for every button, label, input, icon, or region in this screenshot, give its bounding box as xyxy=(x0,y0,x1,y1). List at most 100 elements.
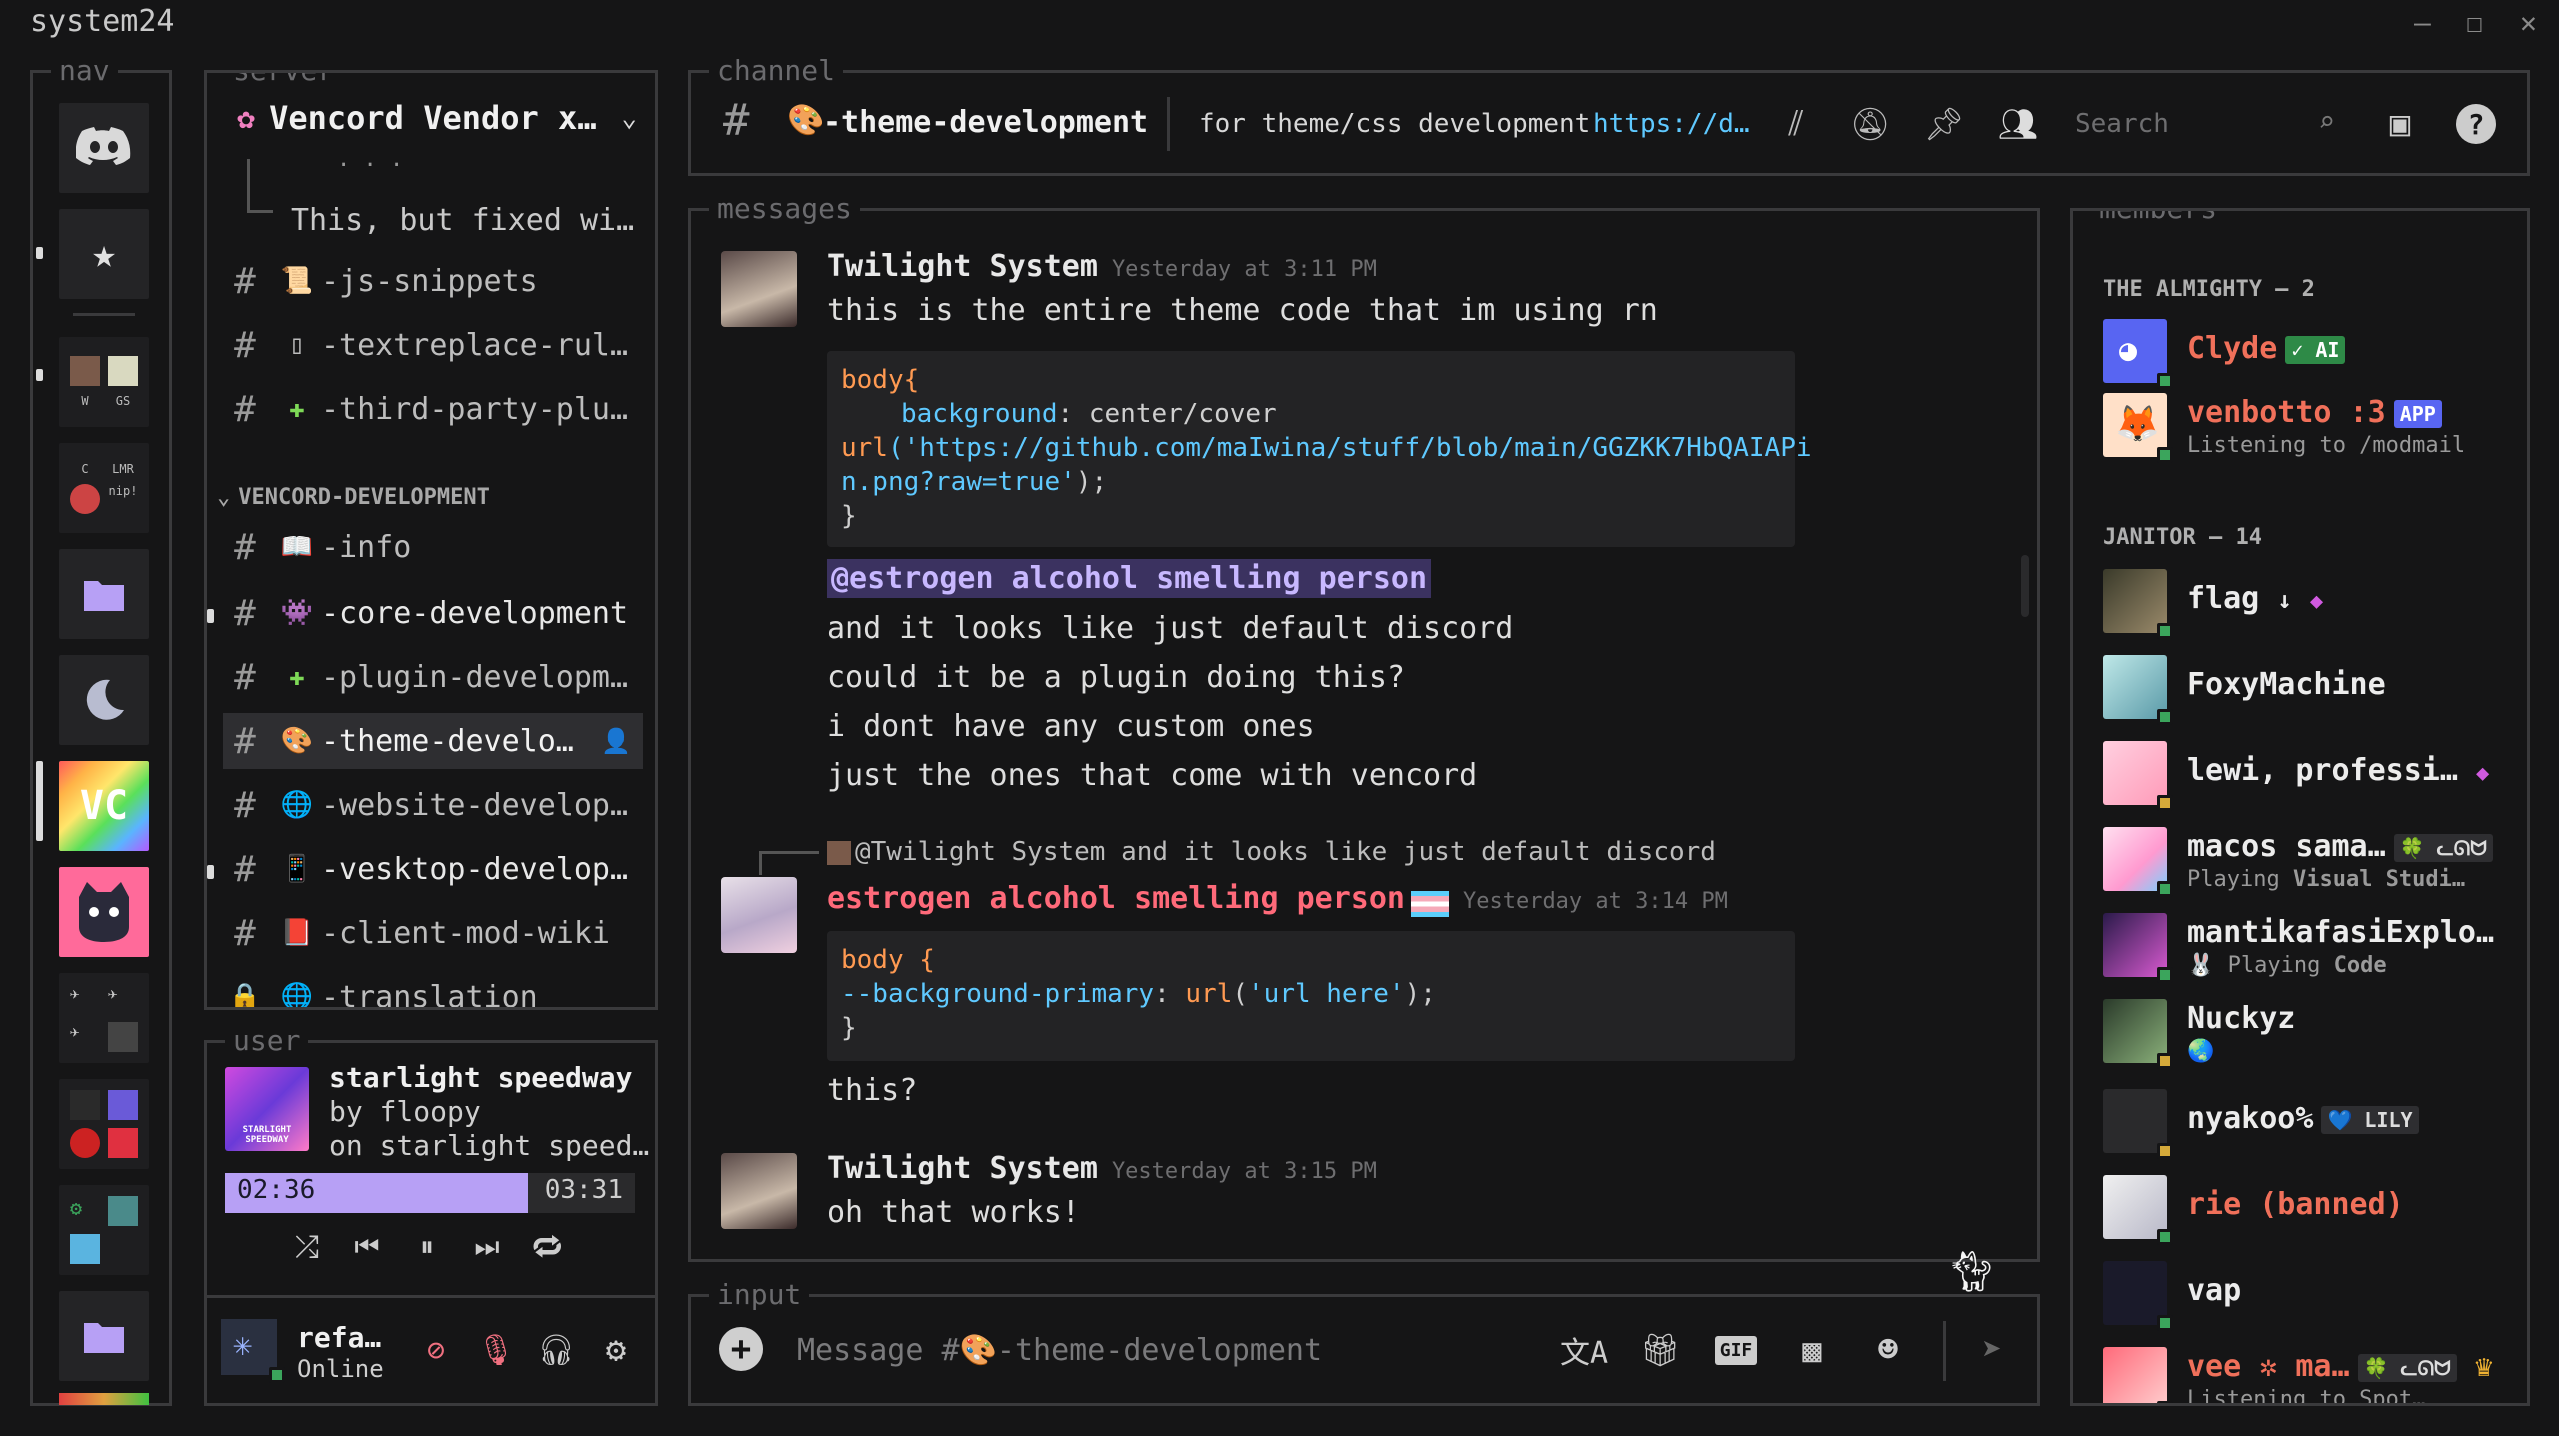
book-icon: 📖 xyxy=(280,532,314,562)
message-author[interactable]: Twilight System xyxy=(827,249,1098,284)
message-author[interactable]: Twilight System xyxy=(827,1151,1098,1186)
server-folder[interactable] xyxy=(59,1079,149,1169)
close-button[interactable]: ✕ xyxy=(2520,6,2537,39)
avatar[interactable] xyxy=(721,1153,797,1229)
member-item[interactable]: lewi, professi… ◆ xyxy=(2103,733,2523,813)
user-mention[interactable]: @estrogen alcohol smelling person xyxy=(827,559,1432,598)
server-icon xyxy=(70,1090,100,1120)
emoji-button[interactable]: ☻ xyxy=(1863,1325,1913,1375)
category-header[interactable]: ⌄ VENCORD-DEVELOPMENT xyxy=(217,485,490,510)
member-item[interactable]: nyakoo% 💙 LILY xyxy=(2103,1081,2523,1161)
avatar[interactable] xyxy=(721,877,797,953)
discord-home-button[interactable] xyxy=(59,103,149,193)
activity-name: Code xyxy=(2333,953,2387,978)
channel-website-development[interactable]: # 🌐 -website-develop… xyxy=(223,777,643,833)
channel-label: -website-develop… xyxy=(321,787,629,823)
channel-plugin-development[interactable]: # ✚ -plugin-developm… xyxy=(223,649,643,705)
member-item[interactable]: Nuckyz 🌏 xyxy=(2103,991,2523,1071)
globe-icon: 🌐 xyxy=(280,982,314,1010)
channel-js-snippets[interactable]: # 📜 -js-snippets xyxy=(223,253,643,309)
server-header[interactable]: ✿ Vencord Vendor x… ⌄ xyxy=(237,99,637,137)
attach-button[interactable]: + xyxy=(719,1327,763,1371)
message-author[interactable]: estrogen alcohol smelling person xyxy=(827,881,1405,916)
member-item[interactable]: rie (banned) xyxy=(2103,1167,2523,1247)
member-item[interactable]: flag ↓ ◆ xyxy=(2103,561,2523,641)
maximize-button[interactable]: ☐ xyxy=(2466,6,2483,39)
pins-button[interactable]: 📌︎ xyxy=(1919,99,1969,149)
avatar[interactable]: ✳ xyxy=(221,1319,285,1383)
message-text: this? xyxy=(827,1073,918,1108)
help-button[interactable]: ? xyxy=(2451,99,2501,149)
sticker-button[interactable]: ▩ xyxy=(1787,1325,1837,1375)
server-moon-button[interactable] xyxy=(59,655,149,745)
folder-button[interactable] xyxy=(59,549,149,639)
channel-vesktop-development[interactable]: # 📱 -vesktop-develop… xyxy=(223,841,643,897)
send-button[interactable]: ➤ xyxy=(1967,1325,2017,1375)
channel-label: -client-mod-wiki xyxy=(321,915,610,951)
pause-button[interactable]: ⏸ xyxy=(407,1227,447,1267)
user-status: Online xyxy=(297,1355,384,1383)
gif-button[interactable]: GIF xyxy=(1711,1325,1761,1375)
discord-icon xyxy=(76,127,131,165)
repeat-button[interactable]: 🔁︎ xyxy=(527,1227,567,1267)
user-name[interactable]: refa… xyxy=(297,1321,381,1354)
cat-icon xyxy=(79,882,129,942)
member-item[interactable]: vap xyxy=(2103,1253,2523,1333)
member-item[interactable]: FoxyMachine xyxy=(2103,647,2523,727)
server-cat-button[interactable] xyxy=(59,867,149,957)
notifications-button[interactable]: 🔕︎ xyxy=(1845,99,1895,149)
search-input[interactable]: Search xyxy=(2075,109,2169,139)
channel-textreplace-rules[interactable]: # ▯ -textreplace-rul… xyxy=(223,317,643,373)
deafen-button[interactable]: 🎧︎ xyxy=(533,1327,579,1373)
channel-translation[interactable]: 🔒 🌐 -translation xyxy=(223,969,643,1010)
palette-icon: 🎨 xyxy=(280,726,314,756)
channel-third-party-plugins[interactable]: # ✚ -third-party-plu… xyxy=(223,381,643,437)
scrollbar[interactable] xyxy=(2021,555,2029,617)
seek-bar[interactable]: 02:36 03:31 xyxy=(225,1173,635,1213)
mute-button[interactable]: 🎙︎ xyxy=(473,1327,519,1373)
channel-theme-development[interactable]: # 🎨 -theme-develo… 👤 xyxy=(223,713,643,769)
member-item[interactable]: ◕ Clyde ✓ AI xyxy=(2103,311,2523,391)
inbox-button[interactable]: ▣ xyxy=(2375,99,2425,149)
stream-toggle-button[interactable]: ⊘ xyxy=(413,1327,459,1373)
channel-info[interactable]: # 📖 -info xyxy=(223,519,643,575)
plus-icon: + xyxy=(730,1329,752,1369)
server-folder[interactable]: W GS xyxy=(59,337,149,427)
favorites-button[interactable]: ★ xyxy=(59,209,149,299)
reply-line xyxy=(759,851,819,875)
shuffle-button[interactable]: ⤮ xyxy=(287,1227,327,1267)
app-window: { "window":{"title":"system24","minimize… xyxy=(0,0,2559,1436)
search-box[interactable]: Search ⌕ xyxy=(2075,97,2335,153)
server-folder[interactable]: ⚙ xyxy=(59,1185,149,1275)
settings-button[interactable]: ⚙ xyxy=(593,1327,639,1373)
clan-tag: 💙 LILY xyxy=(2321,1105,2419,1134)
nav-divider xyxy=(73,313,135,316)
member-item[interactable]: macos sama… 🍀 ᓚᘏᗢ Playing Visual Studi… xyxy=(2103,819,2523,899)
server-icon[interactable] xyxy=(59,1393,149,1405)
channel-client-mod-wiki[interactable]: # 📕 -client-mod-wiki xyxy=(223,905,643,961)
threads-button[interactable]: ⫽ xyxy=(1771,99,1821,149)
member-list-button[interactable]: 👥︎ xyxy=(1993,99,2043,149)
channel-label: -info xyxy=(321,529,412,565)
server-folder[interactable]: C LMR nip! xyxy=(59,443,149,533)
next-button[interactable]: ⏭ xyxy=(467,1227,507,1267)
reply-preview[interactable]: @Twilight System and it looks like just … xyxy=(827,837,1716,867)
avatar[interactable] xyxy=(721,251,797,327)
previous-button[interactable]: ⏮ xyxy=(347,1227,387,1267)
translate-button[interactable]: 文A xyxy=(1559,1325,1609,1375)
code-string: ('https://github.com/maIwina/stuff/blob/… xyxy=(887,433,1812,463)
channel-core-development[interactable]: # 👾 -core-development xyxy=(223,585,643,641)
message-input[interactable]: Message #🎨-theme-development xyxy=(797,1333,1322,1368)
server-folder[interactable]: ✈ ✈ ✈ xyxy=(59,973,149,1063)
trans-flag-icon xyxy=(1410,890,1449,917)
topic-link[interactable]: https://d… xyxy=(1593,109,1750,139)
gift-button[interactable]: 🎁︎ xyxy=(1635,1325,1685,1375)
member-item[interactable]: vee ✲ ma… 🍀 ᓚᘏᗢ ♛ Listening to Spot… xyxy=(2103,1339,2523,1403)
add-member-icon[interactable]: 👤 xyxy=(601,727,631,755)
member-item[interactable]: mantikafasiExplo… 🐰 Playing Code xyxy=(2103,905,2523,985)
minimize-button[interactable]: — xyxy=(2414,6,2431,39)
thread-item[interactable]: This, but fixed wi… xyxy=(291,203,634,238)
server-vencord-button[interactable]: VC xyxy=(59,761,149,851)
member-item[interactable]: 🦊 venbotto :3 APP Listening to /modmail xyxy=(2103,385,2523,465)
folder-button[interactable] xyxy=(59,1291,149,1381)
